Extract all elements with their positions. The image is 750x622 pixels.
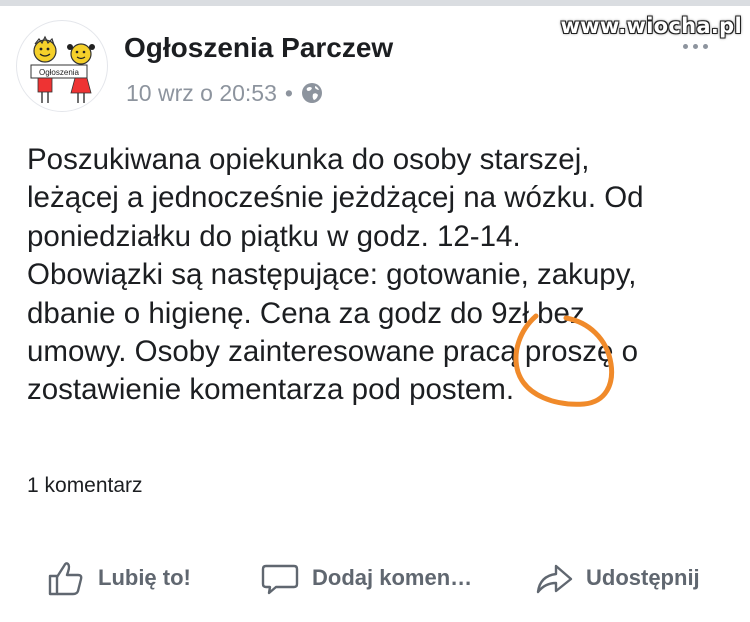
post-meta: 10 wrz o 20:53 •: [126, 79, 323, 107]
post-timestamp[interactable]: 10 wrz o 20:53: [126, 80, 277, 107]
post-line: dbanie o higienę. Cena za godz do 9zł be…: [27, 296, 585, 330]
comment-count-link[interactable]: 1 komentarz: [27, 474, 143, 498]
page-avatar[interactable]: Ogłoszenia: [16, 20, 108, 112]
watermark: www.wiocha.pl: [560, 14, 742, 38]
globe-icon: [301, 83, 322, 103]
post-actions-bar: Lubię to! Dodaj komen… Udostępnij: [0, 552, 750, 604]
thumbs-up-icon: [48, 562, 83, 596]
share-arrow-icon: [536, 564, 573, 594]
more-dot: [693, 44, 698, 49]
post-line: Poszukiwana opiekunka do osoby starszej,: [27, 143, 590, 176]
more-dot: [683, 44, 688, 49]
page-name-link[interactable]: Ogłoszenia Parczew: [124, 32, 393, 64]
avatar-cartoon-logo: Ogłoszenia: [30, 35, 95, 103]
post-line: zostawienie komentarza pod postem.: [27, 373, 515, 407]
post-body: Poszukiwana opiekunka do osoby starszej,…: [27, 141, 737, 410]
post-line: Obowiązki są następujące: gotowanie, zak…: [27, 258, 637, 292]
meta-separator: •: [284, 79, 293, 106]
speech-bubble-icon: [261, 564, 299, 595]
comment-button[interactable]: Dodaj komen…: [260, 552, 472, 604]
like-label: Lubię to!: [98, 565, 191, 590]
share-button[interactable]: Udostępnij: [534, 552, 700, 604]
comment-label: Dodaj komen…: [312, 565, 473, 590]
avatar-sign-text: Ogłoszenia: [39, 68, 80, 77]
post-line: umowy. Osoby zainteresowane pracą proszę…: [27, 335, 639, 369]
post-line: leżącej a jednocześnie jeżdżącej na wózk…: [27, 181, 644, 215]
post-line: poniedziałku do piątku w godz. 12-14.: [27, 219, 521, 253]
more-dot: [703, 44, 708, 49]
like-button[interactable]: Lubię to!: [46, 552, 191, 604]
share-label: Udostępnij: [586, 565, 700, 590]
top-border: [0, 0, 750, 6]
more-options-button[interactable]: [683, 44, 708, 49]
